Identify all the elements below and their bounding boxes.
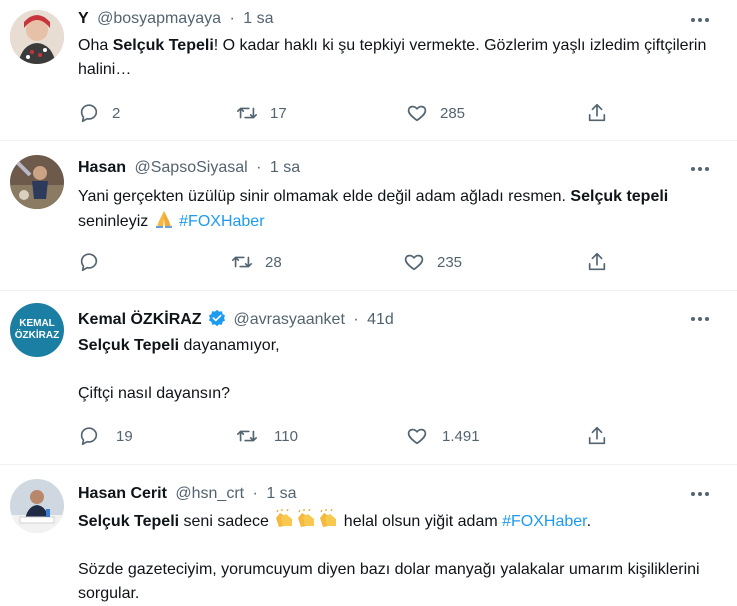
clapping-hands-icon xyxy=(298,509,315,527)
more-icon xyxy=(691,317,709,321)
like-button[interactable]: 285 xyxy=(406,101,465,125)
text-segment: dayanamıyor, xyxy=(179,337,280,354)
avatar[interactable]: KEMAL ÖZKİRAZ xyxy=(10,303,64,357)
separator-dot: · xyxy=(252,485,258,502)
share-icon xyxy=(588,103,606,122)
heart-icon xyxy=(407,105,427,122)
more-options-button[interactable] xyxy=(689,484,711,504)
like-button[interactable]: 235 xyxy=(403,250,462,274)
heart-icon xyxy=(404,254,424,271)
display-name[interactable]: Hasan xyxy=(78,159,126,176)
text-segment: helal olsun yiğit adam xyxy=(339,513,503,530)
retweet-button[interactable]: 17 xyxy=(236,101,287,125)
user-handle[interactable]: @avrasyaanket xyxy=(233,311,344,328)
display-name[interactable]: Y xyxy=(78,10,89,27)
reply-button[interactable]: 2 xyxy=(78,101,120,125)
clapping-hands-icon xyxy=(276,509,293,527)
avatar[interactable] xyxy=(10,10,64,64)
text-segment: Oha xyxy=(78,37,113,54)
text-segment: . xyxy=(586,513,592,530)
tweet-text: Selçuk Tepeli seni sadece helal olsun yi… xyxy=(78,509,718,606)
heart-icon xyxy=(407,428,427,445)
tweet-text: Yani gerçekten üzülüp sinir olmamak elde… xyxy=(78,185,718,234)
timestamp[interactable]: 41d xyxy=(367,311,394,328)
retweet-button[interactable]: 110 xyxy=(236,424,298,448)
reply-count: 2 xyxy=(112,104,121,122)
text-segment: Yani gerçekten üzülüp sinir olmamak elde… xyxy=(78,188,571,205)
bold-mention: Selçuk Tepeli xyxy=(78,513,180,530)
retweet-icon xyxy=(237,430,257,442)
more-options-button[interactable] xyxy=(689,309,711,329)
text-segment: Sözde gazeteciyim, yorumcuyum diyen bazı… xyxy=(78,561,700,602)
user-handle[interactable]: @hsn_crt xyxy=(175,485,244,502)
tweet-2[interactable]: Hasan @SapsoSiyasal · 1 sa Yani gerçekte… xyxy=(0,141,737,291)
share-icon xyxy=(588,252,606,271)
like-count: 1.491 xyxy=(442,427,480,445)
share-button[interactable] xyxy=(586,424,608,448)
more-options-button[interactable] xyxy=(689,10,711,30)
retweet-icon xyxy=(237,107,257,119)
retweet-button[interactable]: 28 xyxy=(231,250,282,274)
more-options-button[interactable] xyxy=(689,159,711,179)
avatar-image xyxy=(10,10,64,64)
text-segment: seninleyiz xyxy=(78,213,153,230)
user-handle[interactable]: @SapsoSiyasal xyxy=(134,159,247,176)
share-icon xyxy=(588,426,606,445)
separator-dot: · xyxy=(256,159,262,176)
folded-hands-icon xyxy=(155,211,172,228)
reply-icon xyxy=(80,253,98,272)
more-icon xyxy=(691,492,709,496)
like-count: 235 xyxy=(437,253,463,271)
separator-dot: · xyxy=(229,10,235,27)
like-count: 285 xyxy=(440,104,466,122)
avatar-text: ÖZKİRAZ xyxy=(14,330,60,341)
separator-dot: · xyxy=(353,311,359,328)
share-button[interactable] xyxy=(586,101,608,125)
tweet-3[interactable]: KEMAL ÖZKİRAZ Kemal ÖZKİRAZ @avrasyaanke… xyxy=(0,291,737,465)
verified-icon xyxy=(209,309,226,327)
avatar[interactable] xyxy=(10,479,64,533)
hashtag-link[interactable]: #FOXHaber xyxy=(179,213,264,230)
hashtag-link[interactable]: #FOXHaber xyxy=(502,513,586,530)
reply-icon xyxy=(80,104,98,123)
avatar-image xyxy=(10,479,64,533)
clapping-hands-icon xyxy=(320,509,337,527)
retweet-count: 110 xyxy=(274,427,298,445)
text-segment: seni sadece xyxy=(179,513,274,530)
reply-icon xyxy=(80,427,98,446)
display-name[interactable]: Hasan Cerit xyxy=(78,485,167,502)
avatar-text: KEMAL xyxy=(19,318,55,329)
timestamp[interactable]: 1 sa xyxy=(266,485,296,502)
text-segment: Çiftçi nasıl dayansın? xyxy=(78,385,231,402)
timestamp[interactable]: 1 sa xyxy=(270,159,300,176)
retweet-count: 17 xyxy=(270,104,287,122)
more-icon xyxy=(691,18,709,22)
share-button[interactable] xyxy=(586,250,608,274)
bold-mention: Selçuk tepeli xyxy=(570,188,669,205)
reply-button[interactable]: 19 xyxy=(78,424,133,448)
tweet-4[interactable]: Hasan Cerit @hsn_crt · 1 sa Selçuk Tepel… xyxy=(0,465,737,603)
retweet-icon xyxy=(232,256,252,268)
reply-count: 19 xyxy=(116,427,133,445)
tweet-text: Selçuk Tepeli dayanamıyor, Çiftçi nasıl … xyxy=(78,334,718,406)
tweet-1[interactable]: Y @bosyapmayaya · 1 sa Oha Selçuk Tepeli… xyxy=(0,0,737,141)
tweet-text: Oha Selçuk Tepeli! O kadar haklı ki şu t… xyxy=(78,34,718,82)
timestamp[interactable]: 1 sa xyxy=(243,10,273,27)
bold-mention: Selçuk Tepeli xyxy=(78,337,180,354)
retweet-count: 28 xyxy=(265,253,282,271)
avatar-image xyxy=(10,155,64,209)
more-icon xyxy=(691,167,709,171)
bold-mention: Selçuk Tepeli xyxy=(112,37,214,54)
like-button[interactable]: 1.491 xyxy=(406,424,480,448)
tweet-feed: Y @bosyapmayaya · 1 sa Oha Selçuk Tepeli… xyxy=(0,0,737,603)
reply-button[interactable] xyxy=(78,250,112,274)
display-name[interactable]: Kemal ÖZKİRAZ xyxy=(78,311,202,328)
avatar[interactable] xyxy=(10,155,64,209)
user-handle[interactable]: @bosyapmayaya xyxy=(97,10,221,27)
